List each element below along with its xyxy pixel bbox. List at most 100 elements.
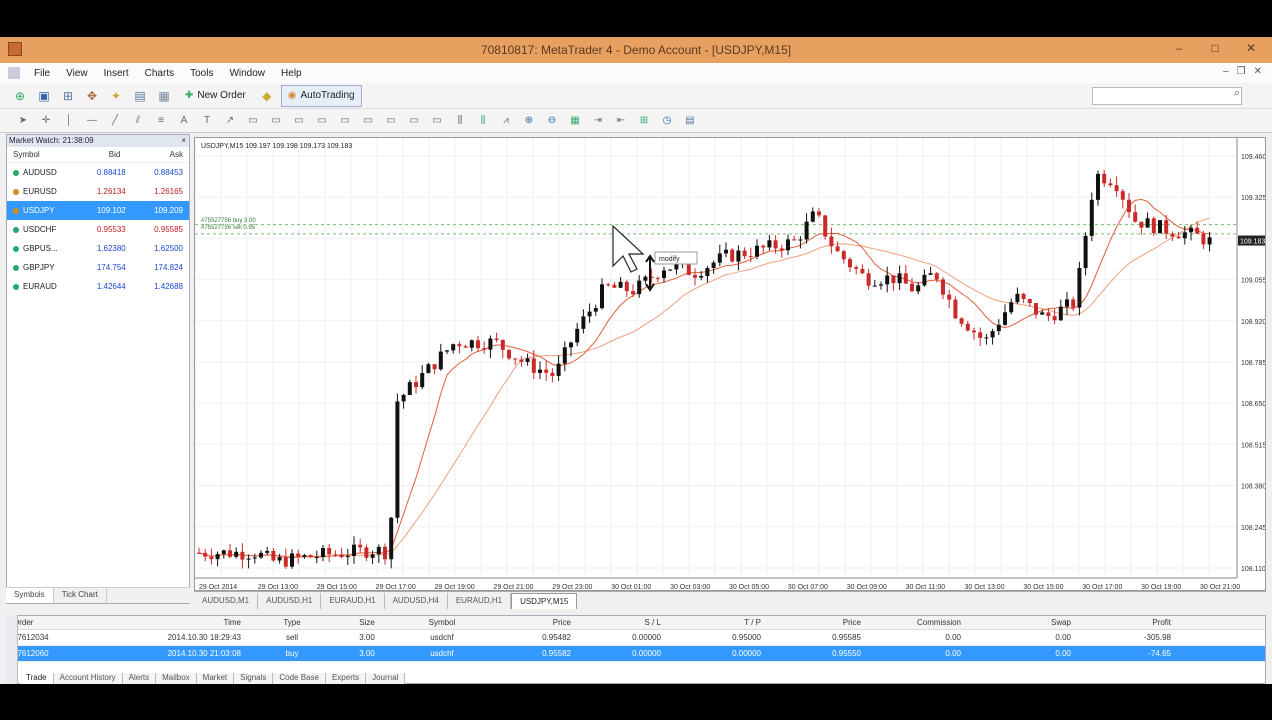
period-m1-icon[interactable]: ▭ [244, 112, 262, 130]
fibonacci-icon[interactable]: ≡ [152, 112, 170, 130]
terminal-row[interactable]: 57612060 2014.10.30 21:03:08 buy 3.00 usdchf… [7, 646, 1265, 662]
period-m5-icon[interactable]: ▭ [267, 112, 285, 130]
terminal-col-header[interactable]: Order [7, 618, 127, 627]
terminal-tab[interactable]: Market [196, 673, 235, 684]
search-input[interactable] [1092, 87, 1242, 105]
terminal-col-header[interactable]: Symbol [397, 618, 487, 627]
terminal-tab[interactable]: Experts [325, 673, 367, 684]
terminal-col-header[interactable]: Type [247, 618, 337, 627]
periods-icon[interactable]: ◷ [658, 112, 676, 130]
label-icon[interactable]: T [198, 112, 216, 130]
text-icon[interactable]: A [175, 112, 193, 130]
arrows-icon[interactable]: ↗ [221, 112, 239, 130]
templates-icon[interactable]: ▤ [681, 112, 699, 130]
market-watch-row[interactable]: EURAUD 1.42644 1.42688 [7, 277, 189, 296]
terminal-col-header[interactable]: T / P [667, 618, 767, 627]
candlestick-chart[interactable]: 109.460109.325109.190109.055108.920108.7… [195, 138, 1266, 591]
bar-chart-icon[interactable]: ⫼ [451, 112, 469, 130]
minimize-button[interactable]: – [1172, 41, 1186, 55]
maximize-button[interactable]: □ [1208, 41, 1222, 55]
mdi-minimize-button[interactable]: – [1223, 66, 1229, 77]
market-watch-close-button[interactable]: × [181, 135, 189, 147]
x-tick-label: 29 Oct 13:00 [258, 584, 298, 591]
close-button[interactable]: ✕ [1244, 41, 1258, 55]
menu-window[interactable]: Window [221, 68, 273, 79]
market-watch-row[interactable]: AUDUSD 0.88418 0.88453 [7, 163, 189, 182]
market-watch-icon[interactable]: ⊞ [58, 86, 78, 106]
mdi-close-button[interactable]: ✕ [1254, 66, 1262, 77]
terminal-col-header[interactable]: Profit [1077, 618, 1177, 627]
market-watch-row[interactable]: GBPUS... 1.62380 1.62500 [7, 239, 189, 258]
indicators-icon[interactable]: ⊞ [635, 112, 653, 130]
menu-tools[interactable]: Tools [182, 68, 221, 79]
terminal-col-header[interactable]: Swap [967, 618, 1077, 627]
tab-symbols[interactable]: Symbols [6, 588, 54, 603]
market-watch-row[interactable]: GBPJPY 174.754 174.824 [7, 258, 189, 277]
market-watch-row[interactable]: USDJPY 109.102 109.209 [7, 201, 189, 220]
chart-window[interactable]: 109.460109.325109.190109.055108.920108.7… [194, 137, 1266, 591]
period-h4-icon[interactable]: ▭ [359, 112, 377, 130]
candle-chart-icon[interactable]: ⫼ [474, 112, 492, 130]
tab-tick-chart[interactable]: Tick Chart [54, 588, 107, 603]
terminal-col-header[interactable]: S / L [577, 618, 667, 627]
data-window-icon[interactable]: ✥ [82, 86, 102, 106]
terminal-row[interactable]: 57612034 2014.10.30 18:29:43 sell 3.00 usdch… [7, 630, 1265, 646]
period-d1-icon[interactable]: ▭ [382, 112, 400, 130]
zoom-out-icon[interactable]: ⊖ [543, 112, 561, 130]
chart-tab[interactable]: EURAUD,H1 [448, 592, 512, 609]
new-chart-icon[interactable]: ⊕ [10, 86, 30, 106]
chart-tab[interactable]: USDJPY,M15 [511, 592, 578, 609]
profiles-icon[interactable]: ▣ [34, 86, 54, 106]
col-bid[interactable]: Bid [64, 150, 127, 159]
period-mn-icon[interactable]: ▭ [428, 112, 446, 130]
terminal-tab[interactable]: Signals [234, 673, 274, 684]
terminal-col-header[interactable]: Price [487, 618, 577, 627]
new-order-button[interactable]: ✚ New Order [178, 85, 253, 107]
autoscroll-icon[interactable]: ⇤ [612, 112, 630, 130]
menu-charts[interactable]: Charts [137, 68, 182, 79]
terminal-tab[interactable]: Alerts [122, 673, 157, 684]
tile-windows-icon[interactable]: ▦ [566, 112, 584, 130]
terminal-tab[interactable]: Journal [366, 673, 406, 684]
terminal-col-header[interactable]: Time [127, 618, 247, 627]
chart-tab[interactable]: EURAUD,H1 [321, 592, 385, 609]
navigator-icon[interactable]: ✦ [106, 86, 126, 106]
search-icon[interactable]: ⌕ [1234, 87, 1240, 100]
menu-file[interactable]: File [26, 68, 58, 79]
market-watch-row[interactable]: USDCHF 0.95533 0.95585 [7, 220, 189, 239]
terminal-tab[interactable]: Mailbox [156, 673, 197, 684]
zoom-in-icon[interactable]: ⊕ [520, 112, 538, 130]
chart-tab[interactable]: AUDUSD,M1 [194, 592, 259, 609]
terminal-col-header[interactable]: Commission [867, 618, 967, 627]
terminal-tab[interactable]: Account History [53, 673, 123, 684]
chart-tab[interactable]: AUDUSD,H4 [385, 592, 448, 609]
menu-insert[interactable]: Insert [96, 68, 137, 79]
terminal-col-header[interactable]: Price [767, 618, 867, 627]
vertical-line-icon[interactable]: │ [60, 112, 78, 130]
terminal-tab[interactable]: Code Base [273, 673, 326, 684]
metaeditor-icon[interactable]: ◆ [257, 86, 277, 106]
chart-tab[interactable]: AUDUSD,H1 [258, 592, 322, 609]
mdi-restore-button[interactable]: ❐ [1237, 66, 1246, 77]
terminal-tab[interactable]: Trade [20, 673, 54, 684]
tester-icon[interactable]: ▦ [154, 86, 174, 106]
chart-shift-icon[interactable]: ⇥ [589, 112, 607, 130]
period-h1-icon[interactable]: ▭ [336, 112, 354, 130]
menu-help[interactable]: Help [273, 68, 310, 79]
line-chart-icon[interactable]: ⩘ [497, 112, 515, 130]
col-ask[interactable]: Ask [126, 150, 189, 159]
autotrading-button[interactable]: ◉ AutoTrading [280, 84, 362, 107]
horizontal-line-icon[interactable]: — [83, 112, 101, 130]
channel-icon[interactable]: ⫽ [129, 112, 147, 130]
cursor-icon[interactable]: ➤ [14, 112, 32, 130]
terminal-col-header[interactable]: Size [337, 618, 397, 627]
period-m15-icon[interactable]: ▭ [290, 112, 308, 130]
market-watch-row[interactable]: EURUSD 1.26134 1.26165 [7, 182, 189, 201]
trendline-icon[interactable]: ╱ [106, 112, 124, 130]
crosshair-icon[interactable]: ✛ [37, 112, 55, 130]
menu-view[interactable]: View [58, 68, 96, 79]
period-w1-icon[interactable]: ▭ [405, 112, 423, 130]
col-symbol[interactable]: Symbol [7, 150, 64, 159]
terminal-icon[interactable]: ▤ [130, 86, 150, 106]
period-m30-icon[interactable]: ▭ [313, 112, 331, 130]
